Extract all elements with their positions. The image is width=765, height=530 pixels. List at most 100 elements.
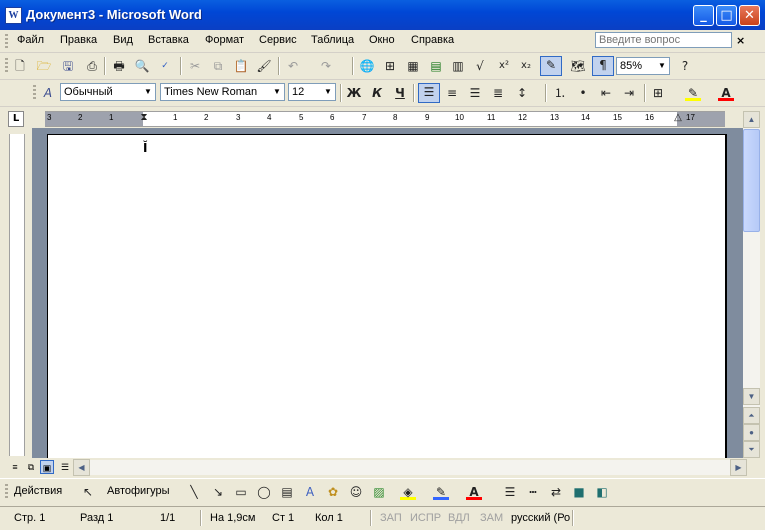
scroll-right-button[interactable]: ▶ — [730, 459, 747, 476]
document-page[interactable] — [47, 134, 725, 458]
justify-icon[interactable]: ≣ — [490, 85, 506, 101]
style-select[interactable]: Обычный ▼ — [60, 83, 156, 101]
vertical-scroll-thumb[interactable] — [743, 129, 760, 232]
normal-view-icon[interactable]: ≡ — [8, 460, 22, 474]
previous-page-button[interactable]: ⏶ — [743, 407, 760, 424]
scroll-down-button[interactable]: ▼ — [743, 388, 760, 405]
font-size-select[interactable]: 12 ▼ — [288, 83, 336, 101]
drawing-toggle-icon[interactable]: ✎ — [540, 56, 562, 76]
menu-window[interactable]: Окно — [369, 34, 395, 46]
print-preview-icon[interactable]: 🔍 — [134, 58, 150, 74]
toolbar-grip[interactable] — [33, 85, 36, 101]
drawing-font-color-icon[interactable]: A — [466, 484, 482, 500]
zoom-select[interactable]: 85% ▼ — [616, 57, 670, 75]
menu-edit[interactable]: Правка — [60, 34, 97, 46]
columns-icon[interactable]: ▥ — [450, 58, 466, 74]
menu-grip[interactable] — [5, 34, 8, 48]
status-record[interactable]: ЗАП — [380, 512, 402, 524]
permission-icon[interactable]: ⎙ — [84, 58, 100, 74]
arrow-style-icon[interactable]: ⇄ — [548, 484, 564, 500]
chevron-down-icon[interactable]: ▼ — [141, 84, 155, 100]
copy-icon[interactable]: ⧉ — [210, 58, 226, 74]
menu-file[interactable]: Файл — [17, 34, 44, 46]
align-left-icon[interactable]: ☰ — [418, 83, 440, 103]
underline-button[interactable]: Ч — [392, 85, 408, 101]
format-painter-icon[interactable]: 🖌 — [256, 58, 272, 74]
align-center-icon[interactable]: ≡ — [444, 85, 460, 101]
horizontal-scrollbar[interactable] — [90, 460, 730, 475]
show-hide-pilcrow-icon[interactable]: ¶ — [592, 56, 614, 76]
maximize-button[interactable]: □ — [716, 5, 737, 26]
oval-icon[interactable]: ◯ — [256, 484, 272, 500]
bullets-icon[interactable]: • — [575, 85, 591, 101]
wordart-icon[interactable]: A — [302, 484, 318, 500]
status-overtype[interactable]: ЗАМ — [480, 512, 503, 524]
print-layout-view-icon[interactable]: ▣ — [40, 460, 54, 474]
insert-excel-icon[interactable]: ▤ — [428, 58, 444, 74]
increase-indent-icon[interactable]: ⇥ — [621, 85, 637, 101]
diagram-icon[interactable]: ✿ — [325, 484, 341, 500]
web-view-icon[interactable]: ⧉ — [24, 460, 38, 474]
browse-object-button[interactable]: ● — [743, 424, 760, 441]
open-folder-icon[interactable]: 🗁 — [36, 58, 52, 74]
save-icon[interactable]: 🖫 — [60, 58, 76, 74]
undo-icon[interactable]: ↶ — [285, 58, 301, 74]
shadow-style-icon[interactable]: ■ — [571, 484, 587, 500]
document-map-icon[interactable]: 🗺 — [570, 58, 586, 74]
paste-icon[interactable]: 📋 — [233, 58, 249, 74]
actions-menu-button[interactable]: Действия — [14, 485, 62, 497]
word-app-icon[interactable]: W — [5, 7, 22, 24]
font-select[interactable]: Times New Roman ▼ — [160, 83, 285, 101]
close-document-icon[interactable]: × — [736, 34, 745, 47]
title-bar[interactable]: W Документ3 - Microsoft Word _ □ ✕ — [0, 0, 765, 30]
insert-picture-icon[interactable]: ▨ — [371, 484, 387, 500]
new-document-icon[interactable]: 🗋 — [12, 58, 28, 74]
status-extend[interactable]: ВДЛ — [448, 512, 470, 524]
spelling-icon[interactable]: ✓ — [157, 58, 173, 74]
indent-marker-icon[interactable]: ⧗ — [136, 110, 152, 126]
menu-insert[interactable]: Вставка — [148, 34, 189, 46]
menu-format[interactable]: Формат — [205, 34, 244, 46]
chevron-down-icon[interactable]: ▼ — [655, 58, 669, 74]
outline-view-icon[interactable]: ☰ — [58, 460, 72, 474]
highlight-icon[interactable]: ✎ — [685, 85, 701, 101]
insert-table-icon[interactable]: ▦ — [405, 58, 421, 74]
cut-icon[interactable]: ✂ — [187, 58, 203, 74]
redo-icon[interactable]: ↷ — [318, 58, 334, 74]
toolbar-grip[interactable] — [5, 484, 8, 500]
chevron-down-icon[interactable]: ▼ — [321, 84, 335, 100]
tab-selector[interactable]: L — [8, 111, 24, 127]
vertical-ruler[interactable] — [9, 134, 25, 456]
tables-borders-icon[interactable]: ⊞ — [382, 58, 398, 74]
status-track-changes[interactable]: ИСПР — [410, 512, 441, 524]
arrow-icon[interactable]: ↘ — [210, 484, 226, 500]
superscript-icon[interactable]: x² — [496, 58, 512, 74]
menu-tools[interactable]: Сервис — [259, 34, 297, 46]
clip-art-icon[interactable]: ☺ — [348, 484, 364, 500]
dash-style-icon[interactable]: ┅ — [525, 484, 541, 500]
scroll-up-button[interactable]: ▲ — [743, 111, 760, 128]
line-icon[interactable]: ╲ — [186, 484, 202, 500]
right-indent-marker-icon[interactable]: △ — [670, 110, 686, 126]
decrease-indent-icon[interactable]: ⇤ — [598, 85, 614, 101]
text-box-icon[interactable]: ▤ — [279, 484, 295, 500]
3d-style-icon[interactable]: ◧ — [594, 484, 610, 500]
next-page-button[interactable]: ⏷ — [743, 441, 760, 458]
select-objects-icon[interactable]: ↖ — [80, 484, 96, 500]
menu-view[interactable]: Вид — [113, 34, 133, 46]
help-icon[interactable]: ? — [677, 58, 693, 74]
line-spacing-icon[interactable]: ↕ — [514, 85, 530, 101]
subscript-icon[interactable]: x₂ — [518, 58, 534, 74]
bold-button[interactable]: Ж — [346, 85, 362, 101]
chevron-down-icon[interactable]: ▼ — [270, 84, 284, 100]
rectangle-icon[interactable]: ▭ — [233, 484, 249, 500]
borders-icon[interactable]: ⊞ — [650, 85, 666, 101]
line-style-icon[interactable]: ☰ — [502, 484, 518, 500]
menu-table[interactable]: Таблица — [311, 34, 354, 46]
close-button[interactable]: ✕ — [739, 5, 760, 26]
equation-icon[interactable]: √ — [472, 58, 488, 74]
numbering-icon[interactable]: ⒈ — [552, 85, 568, 101]
ask-question-input[interactable] — [595, 32, 732, 48]
styles-formatting-icon[interactable]: A — [40, 85, 56, 101]
horizontal-ruler[interactable]: 3 2 1 1 2 3 4 5 6 7 8 9 10 11 12 13 14 1… — [45, 111, 725, 127]
